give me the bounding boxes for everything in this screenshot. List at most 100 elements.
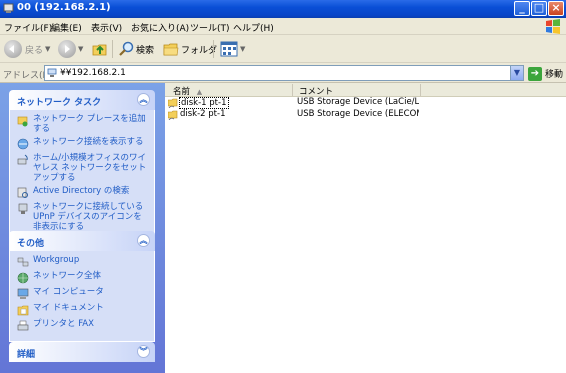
column-separator[interactable] <box>420 84 421 96</box>
up-folder-button[interactable] <box>92 39 108 59</box>
column-name-label: 名前 <box>173 87 191 97</box>
back-arrow-icon <box>4 40 22 58</box>
forward-arrow-icon <box>58 40 76 58</box>
upnp-device-icon <box>18 203 28 214</box>
list-item[interactable]: disk-1 pt-1 USB Storage Device (LaCie/La… <box>165 97 566 109</box>
network-tasks-title: ネットワーク タスク <box>17 98 102 108</box>
folder-icon <box>163 43 179 56</box>
other-item-workgroup[interactable]: Workgroup <box>17 255 150 268</box>
other-places-header[interactable]: その他 ︽ <box>9 231 155 251</box>
entire-network-icon <box>17 272 29 284</box>
task-view-connections[interactable]: ネットワーク接続を表示する <box>17 137 150 150</box>
wireless-setup-icon <box>17 154 28 165</box>
add-network-place-icon <box>17 116 28 127</box>
item-comment: USB Storage Device (LaCie/La... <box>297 97 419 107</box>
chevron-down-icon: ▼ <box>45 45 51 53</box>
go-button[interactable]: ➔ 移動 <box>528 66 563 81</box>
expand-chevron-icon[interactable]: ︾ <box>137 345 150 358</box>
details-title: 詳細 <box>17 350 36 360</box>
other-label: ネットワーク全体 <box>33 271 102 281</box>
collapse-chevron-icon[interactable]: ︽ <box>137 234 150 247</box>
address-bar: アドレス(D) ¥¥192.168.2.1 ▼ ➔ 移動 <box>0 63 566 83</box>
task-label: ネットワークに接続している UPnP デバイスのアイコンを非表示にする <box>33 202 144 232</box>
task-label: ネットワーク プレースを追加する <box>33 114 146 134</box>
address-value: ¥¥192.168.2.1 <box>60 68 126 78</box>
go-label: 移動 <box>545 70 564 80</box>
column-separator[interactable] <box>292 84 293 96</box>
other-item-printers-fax[interactable]: プリンタと FAX <box>17 319 150 332</box>
chevron-down-icon: ▼ <box>240 45 246 53</box>
item-name: disk-2 pt-1 <box>180 109 226 119</box>
address-input[interactable]: ¥¥192.168.2.1 <box>44 65 524 81</box>
other-label: プリンタと FAX <box>33 319 94 329</box>
other-label: マイ コンピュータ <box>33 287 104 297</box>
other-item-my-computer[interactable]: マイ コンピュータ <box>17 287 150 300</box>
network-share-icon <box>47 68 57 77</box>
other-label: Workgroup <box>33 255 80 265</box>
details-header[interactable]: 詳細 ︾ <box>9 342 155 362</box>
workgroup-icon <box>17 257 29 267</box>
menu-favorites[interactable]: お気に入り(A) <box>131 21 189 34</box>
other-places-panel: その他 ︽ Workgroup ネットワーク全体 マイ コンピュータ マイ ドキ… <box>9 231 155 342</box>
task-label: ホーム/小規模オフィスのワイヤレス ネットワークをセットアップする <box>33 153 147 183</box>
task-active-directory-search[interactable]: Active Directory の検索 <box>17 186 150 199</box>
toolbar: 戻る ▼ ▼ 検索 フォルダ ▼ <box>0 35 566 63</box>
network-tasks-panel: ネットワーク タスク ︽ ネットワーク プレースを追加する ネットワーク接続を表… <box>9 90 155 242</box>
chevron-down-icon: ▼ <box>78 45 84 53</box>
network-share-icon <box>3 3 14 13</box>
toolbar-separator <box>213 40 214 58</box>
task-pane: ネットワーク タスク ︽ ネットワーク プレースを追加する ネットワーク接続を表… <box>0 83 165 373</box>
task-hide-upnp-icons[interactable]: ネットワークに接続している UPnP デバイスのアイコンを非表示にする <box>17 202 150 232</box>
details-panel: 詳細 ︾ <box>9 342 155 362</box>
toolbar-separator <box>112 40 113 58</box>
collapse-chevron-icon[interactable]: ︽ <box>137 93 150 106</box>
list-header: 名前 ▲ コメント <box>165 83 566 97</box>
column-comment-header[interactable]: コメント <box>299 85 333 97</box>
menu-view[interactable]: 表示(V) <box>91 21 122 34</box>
forward-button[interactable]: ▼ <box>58 39 83 59</box>
column-name-header[interactable]: 名前 ▲ <box>173 85 202 97</box>
menu-tools[interactable]: ツール(T) <box>190 21 230 34</box>
maximize-button[interactable]: □ <box>531 1 547 16</box>
windows-logo-icon <box>546 19 560 34</box>
menu-file[interactable]: ファイル(F) <box>4 21 52 34</box>
task-label: ネットワーク接続を表示する <box>33 137 144 147</box>
shared-folder-icon <box>168 98 178 108</box>
go-arrow-icon: ➔ <box>528 66 542 81</box>
address-dropdown-button[interactable]: ▼ <box>510 65 524 81</box>
shared-folder-icon <box>168 110 178 120</box>
directory-search-icon <box>17 187 28 198</box>
file-list: disk-1 pt-1 USB Storage Device (LaCie/La… <box>165 97 566 373</box>
task-wireless-setup[interactable]: ホーム/小規模オフィスのワイヤレス ネットワークをセットアップする <box>17 153 150 183</box>
menu-edit[interactable]: 編集(E) <box>51 21 82 34</box>
views-button[interactable]: ▼ <box>220 39 245 59</box>
up-folder-icon <box>92 44 107 56</box>
my-documents-icon <box>17 305 29 316</box>
search-label: 検索 <box>136 45 155 56</box>
other-places-body: Workgroup ネットワーク全体 マイ コンピュータ マイ ドキュメント プ… <box>9 251 155 342</box>
other-places-title: その他 <box>17 239 45 249</box>
minimize-button[interactable]: _ <box>514 1 530 16</box>
close-button[interactable]: × <box>548 1 564 16</box>
menu-help[interactable]: ヘルプ(H) <box>233 21 274 34</box>
folders-button[interactable]: フォルダ <box>163 39 217 59</box>
sort-ascending-icon: ▲ <box>196 88 203 96</box>
task-label: Active Directory の検索 <box>33 186 130 196</box>
back-label: 戻る <box>25 45 44 56</box>
other-item-my-documents[interactable]: マイ ドキュメント <box>17 303 150 316</box>
printer-icon <box>17 320 29 331</box>
other-label: マイ ドキュメント <box>33 303 104 313</box>
my-computer-icon <box>17 288 29 299</box>
search-icon <box>119 41 134 56</box>
task-add-network-place[interactable]: ネットワーク プレースを追加する <box>17 114 150 134</box>
search-button[interactable]: 検索 <box>118 39 154 59</box>
other-item-entire-network[interactable]: ネットワーク全体 <box>17 271 150 284</box>
list-item[interactable]: disk-2 pt-1 USB Storage Device (ELECOM..… <box>165 109 566 121</box>
back-button[interactable]: 戻る ▼ <box>4 39 50 59</box>
folders-label: フォルダ <box>181 45 218 56</box>
network-tasks-body: ネットワーク プレースを追加する ネットワーク接続を表示する ホーム/小規模オフ… <box>9 110 155 242</box>
item-comment: USB Storage Device (ELECOM... <box>297 109 419 119</box>
view-grid-icon <box>220 41 238 57</box>
window-title: 00 (192.168.2.1) <box>17 2 111 13</box>
network-tasks-header[interactable]: ネットワーク タスク ︽ <box>9 90 155 110</box>
